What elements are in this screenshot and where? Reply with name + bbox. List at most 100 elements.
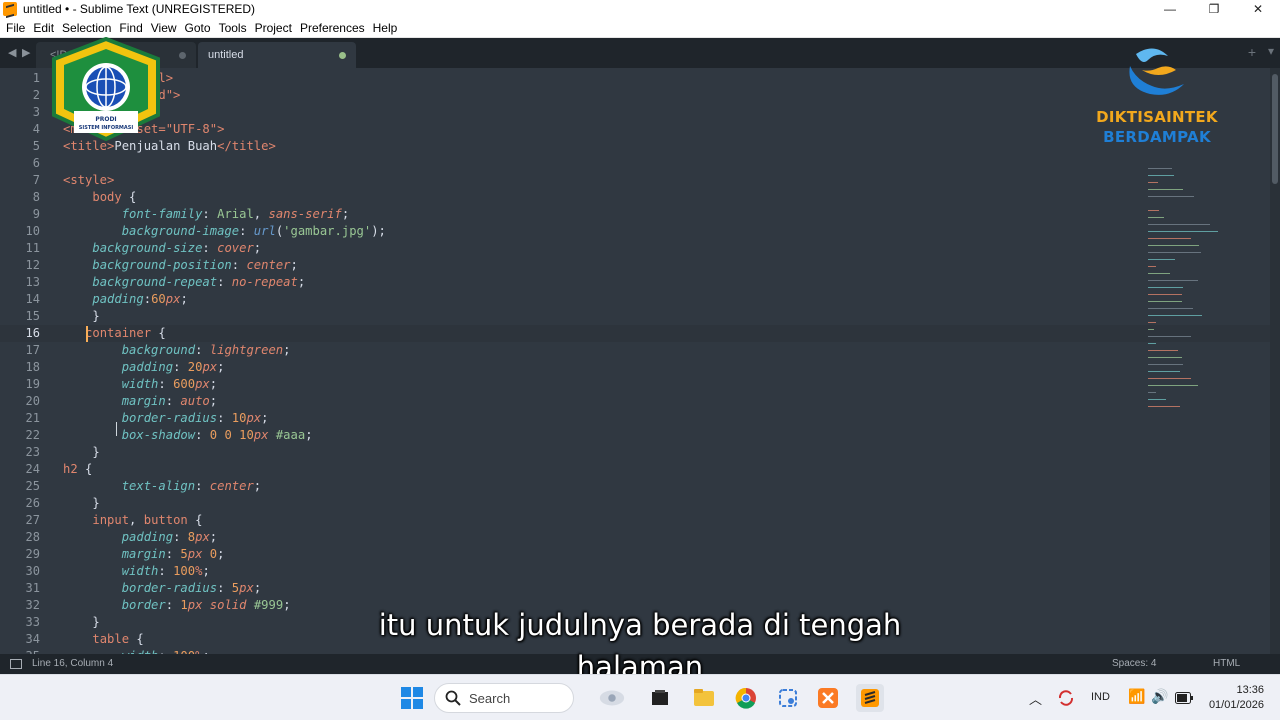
snipping-tool-icon[interactable] [774,684,802,712]
code-line[interactable]: padding:60px; [63,291,187,308]
code-token: : [158,377,174,391]
taskbar-search-box[interactable]: Search [434,683,574,713]
unsaved-dot-icon[interactable] [339,52,346,59]
wifi-icon[interactable]: 📶 [1128,688,1145,705]
code-token: { [121,190,137,204]
tab-forward-arrow-icon[interactable]: ▶ [22,46,30,59]
code-line[interactable]: <style> [63,172,114,189]
code-line[interactable]: box-shadow: 0 0 10px #aaa; [63,427,313,444]
code-token: button [143,513,188,527]
code-editor[interactable]: 1 2 3 4 5 6 7 8 9 10 11 12 13 14 15 16 17 18 19 20 21 22 23 24 2… [0,68,1270,654]
minimize-button[interactable]: — [1148,0,1192,18]
line-number: 9 [32,207,40,221]
sync-icon[interactable] [1052,684,1080,712]
tab-untitled[interactable]: untitled [198,42,356,68]
sublime-text-taskbar-icon[interactable] [856,684,884,712]
code-line[interactable]: body { [63,189,136,206]
code-line[interactable]: } [63,444,99,461]
battery-icon[interactable] [1170,684,1198,712]
code-token: auto [180,394,210,408]
code-line[interactable]: margin: auto; [63,393,217,410]
code-line[interactable]: border-radius: 5px; [63,580,261,597]
unsaved-dot-icon[interactable] [179,52,186,59]
code-token: ; [253,581,262,595]
code-line[interactable]: width: 100%; [63,563,210,580]
windows-start-icon[interactable] [398,684,426,712]
code-token: 'gambar.jpg' [283,224,372,238]
menu-preferences[interactable]: Preferences [296,21,369,35]
line-number: 28 [25,530,40,544]
minimap-line [1148,329,1155,330]
code-token: : [165,547,181,561]
diktisaintek-swirl-icon [1129,48,1184,95]
search-highlight-icon[interactable] [598,684,626,712]
code-line[interactable]: background-position: center; [63,257,297,274]
vertical-scrollbar[interactable] [1270,68,1280,654]
emblem-text-2: SISTEM INFORMASI [79,125,134,131]
code-line[interactable]: width: 600px; [63,376,217,393]
line-number: 18 [25,360,40,374]
close-button[interactable]: ✕ [1236,0,1280,18]
line-number: 27 [25,513,40,527]
window-title: untitled • - Sublime Text (UNREGISTERED) [23,2,256,16]
code-line[interactable]: background-size: cover; [63,240,261,257]
code-line[interactable]: h2 { [63,461,92,478]
code-line[interactable]: } [63,495,99,512]
menu-tools[interactable]: Tools [215,21,251,35]
show-hidden-icons-chevron-icon[interactable]: ︿ [1029,689,1042,708]
clock-date: 01/01/2026 [1208,699,1264,711]
code-token: 600 [173,377,196,391]
task-view-icon[interactable] [646,684,674,712]
code-line[interactable]: container { [63,325,166,342]
code-line[interactable]: input, button { [63,512,202,529]
menu-file[interactable]: File [2,21,29,35]
code-line[interactable]: background-image: url('gambar.jpg'); [63,223,386,240]
menu-project[interactable]: Project [251,21,296,35]
code-token: } [92,309,100,323]
language-indicator[interactable]: IND [1091,691,1110,703]
code-line[interactable]: margin: 5px 0; [63,546,225,563]
windows-taskbar: Search ︿ IND 📶 🔊 13:36 01/01/2026 [0,674,1280,720]
code-token: px [165,292,181,306]
minimap-line [1148,371,1180,372]
minimap-line [1148,217,1164,218]
code-line[interactable]: text-align: center; [63,478,261,495]
code-token: sans-serif [268,207,342,221]
code-line[interactable]: padding: 20px; [63,359,225,376]
menu-selection[interactable]: Selection [58,21,115,35]
code-token: px [195,377,210,391]
line-number: 1 [32,71,40,85]
code-line[interactable]: font-family: Arial, sans-serif; [63,206,350,223]
code-line[interactable]: background: lightgreen; [63,342,291,359]
menu-find[interactable]: Find [115,21,146,35]
menu-edit[interactable]: Edit [29,21,58,35]
file-explorer-icon[interactable] [690,684,718,712]
tab-back-arrow-icon[interactable]: ◀ [8,46,16,59]
menu-view[interactable]: View [147,21,181,35]
volume-icon[interactable]: 🔊 [1151,688,1168,705]
menu-help[interactable]: Help [369,21,402,35]
scrollbar-thumb[interactable] [1272,74,1278,184]
search-icon [445,690,461,706]
code-line[interactable]: padding: 8px; [63,529,217,546]
code-token: : [158,564,174,578]
chrome-icon[interactable] [732,684,760,712]
code-line[interactable]: } [63,308,100,325]
code-token: input [92,513,130,527]
menu-goto[interactable]: Goto [181,21,215,35]
code-line[interactable]: border-radius: 10px; [63,410,269,427]
code-token: { [187,513,203,527]
xampp-icon[interactable] [814,684,842,712]
system-clock[interactable]: 13:36 01/01/2026 [1209,683,1264,713]
minimap-line [1148,399,1166,400]
code-token: ; [217,547,225,561]
tab-list-dropdown-icon[interactable]: ▾ [1268,44,1274,58]
code-line[interactable]: background-repeat: no-repeat; [63,274,305,291]
new-tab-plus-icon[interactable]: + [1248,44,1256,60]
minimap-line [1148,189,1184,190]
maximize-button[interactable]: ❐ [1192,0,1236,18]
